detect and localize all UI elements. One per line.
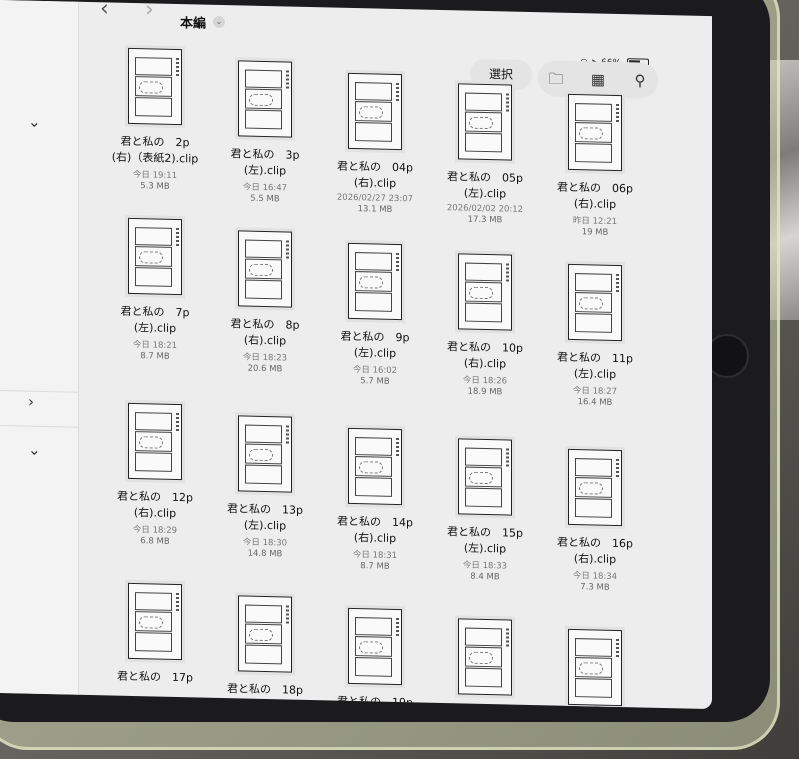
file-size: 6.8 MB xyxy=(140,536,170,547)
file-thumbnail xyxy=(348,72,402,151)
file-name: 君と私の 9p (左).clip xyxy=(340,329,410,360)
file-date xyxy=(95,686,215,689)
file-item[interactable]: 君と私の 19p xyxy=(315,607,435,709)
file-item[interactable]: 君と私の 16p (右).clip 今日 18:34 7.3 MB xyxy=(535,448,655,594)
file-size: 19 MB xyxy=(581,227,609,238)
file-name: 君と私の 17p xyxy=(117,669,193,685)
file-name: 君と私の 05p (左).clip xyxy=(447,170,523,201)
file-thumbnail xyxy=(128,217,182,296)
file-thumbnail xyxy=(128,402,182,481)
file-name: 君と私の 8p (右).clip xyxy=(230,317,300,348)
file-size: 17.3 MB xyxy=(467,214,503,226)
file-size: 8.7 MB xyxy=(140,351,170,362)
file-item[interactable]: 君と私の 14p (右).clip 今日 18:31 8.7 MB xyxy=(315,427,435,573)
file-item[interactable]: 君と私の 04p (右).clip 2026/02/27 23:07 13.1 MB xyxy=(315,72,435,216)
file-name: 君と私の 06p (右).clip xyxy=(557,180,633,211)
file-thumbnail xyxy=(458,253,512,331)
file-name: 君と私の 18p xyxy=(227,682,303,697)
file-item[interactable]: 君と私の 06p (右).clip 昨日 12:21 19 MB xyxy=(535,93,655,239)
sidebar: ⌄ › ⌄ xyxy=(0,0,79,695)
file-thumbnail xyxy=(238,415,292,493)
file-thumbnail xyxy=(458,438,512,516)
file-thumbnail xyxy=(568,628,622,707)
page-title[interactable]: 本編 xyxy=(180,12,206,32)
file-item[interactable]: 君と私の 05p (左).clip 2026/02/02 20:12 17.3 MB xyxy=(425,83,545,227)
forward-icon[interactable]: › xyxy=(145,0,154,22)
file-name: 君と私の 16p (右).clip xyxy=(557,535,633,566)
file-size: 14.8 MB xyxy=(247,548,283,560)
search-icon[interactable]: ⚲ xyxy=(630,70,650,90)
file-item[interactable]: 君と私の 7p (左).clip 今日 18:21 8.7 MB xyxy=(95,217,215,363)
files-app-screen: ⌄ › ⌄ ‹ › 本編 ⌄ ◠ ➤ 66% 選択 🗀 ▦ ⚲ 君と私の 2p … xyxy=(0,0,712,710)
file-item[interactable]: 君と私の 3p (左).clip 今日 16:47 5.5 MB xyxy=(205,60,325,206)
file-size: 18.9 MB xyxy=(467,386,503,398)
file-item[interactable]: 君と私の 2p (右)（表紙2).clip 今日 19:11 5.3 MB xyxy=(95,47,215,193)
file-name: 君と私の 7p (左).clip xyxy=(120,304,190,335)
file-name: 君と私の 04p (右).clip xyxy=(337,159,413,190)
file-size: 13.1 MB xyxy=(357,204,393,215)
grid-icon[interactable]: ▦ xyxy=(588,69,608,89)
file-thumbnail xyxy=(238,595,292,673)
file-name: 君と私の 2p (右)（表紙2).clip xyxy=(111,134,199,166)
file-thumbnail xyxy=(128,582,182,661)
file-thumbnail xyxy=(348,607,402,686)
file-item[interactable]: 君と私の 21p xyxy=(535,628,655,709)
sidebar-section-collapse-icon[interactable]: ⌄ xyxy=(28,441,41,459)
file-thumbnail xyxy=(568,93,622,172)
file-item[interactable]: 君と私の 9p (左).clip 今日 16:02 5.7 MB xyxy=(315,242,435,388)
file-item[interactable]: 君と私の 8p (右).clip 今日 18:23 20.6 MB xyxy=(205,230,325,376)
file-item[interactable]: 君と私の 20p xyxy=(425,618,545,709)
file-name: 君と私の 3p (左).clip xyxy=(230,147,300,178)
file-size: 7.3 MB xyxy=(580,582,610,593)
file-size: 8.7 MB xyxy=(360,561,390,572)
file-name: 君と私の 15p (左).clip xyxy=(447,525,523,556)
file-name: 君と私の 13p (左).clip xyxy=(227,502,303,533)
file-name: 君と私の 14p (右).clip xyxy=(337,514,413,545)
file-size: 16.4 MB xyxy=(577,397,613,408)
file-name: 君と私の 10p (右).clip xyxy=(447,340,523,371)
file-size xyxy=(95,686,215,689)
file-item[interactable]: 君と私の 11p (左).clip 今日 18:27 16.4 MB xyxy=(535,263,655,409)
file-size: 20.6 MB xyxy=(247,363,283,375)
sidebar-divider xyxy=(0,390,78,393)
file-item[interactable]: 君と私の 13p (左).clip 今日 18:30 14.8 MB xyxy=(205,415,325,561)
file-thumbnail xyxy=(348,427,402,506)
file-thumbnail xyxy=(458,83,512,161)
file-item[interactable]: 君と私の 10p (右).clip 今日 18:26 18.9 MB xyxy=(425,253,545,399)
file-name: 君と私の 12p (右).clip xyxy=(117,489,193,520)
file-item[interactable]: 君と私の 12p (右).clip 今日 18:29 6.8 MB xyxy=(95,402,215,548)
sidebar-section-collapse-icon[interactable]: ⌄ xyxy=(28,113,41,131)
file-thumbnail xyxy=(458,618,512,696)
title-menu-chevron-down-icon[interactable]: ⌄ xyxy=(213,15,225,29)
file-size: 5.7 MB xyxy=(360,376,390,387)
file-size: 5.3 MB xyxy=(140,181,170,192)
file-size: 5.5 MB xyxy=(250,193,280,205)
file-thumbnail xyxy=(348,242,402,321)
file-name: 君と私の 11p (左).clip xyxy=(557,350,633,381)
file-size: 8.4 MB xyxy=(470,571,500,583)
sidebar-divider xyxy=(0,425,78,428)
file-thumbnail xyxy=(238,60,292,138)
file-thumbnail xyxy=(568,448,622,527)
file-thumbnail xyxy=(568,263,622,342)
file-item[interactable]: 君と私の 15p (左).clip 今日 18:33 8.4 MB xyxy=(425,438,545,584)
file-item[interactable]: 君と私の 18p xyxy=(205,595,325,702)
folder-plus-icon[interactable]: 🗀 xyxy=(546,68,566,88)
file-thumbnail xyxy=(238,230,292,308)
sidebar-section-expand-icon[interactable]: › xyxy=(28,393,34,411)
back-icon[interactable]: ‹ xyxy=(100,0,109,21)
file-item[interactable]: 君と私の 17p xyxy=(95,582,215,689)
file-thumbnail xyxy=(128,47,182,126)
